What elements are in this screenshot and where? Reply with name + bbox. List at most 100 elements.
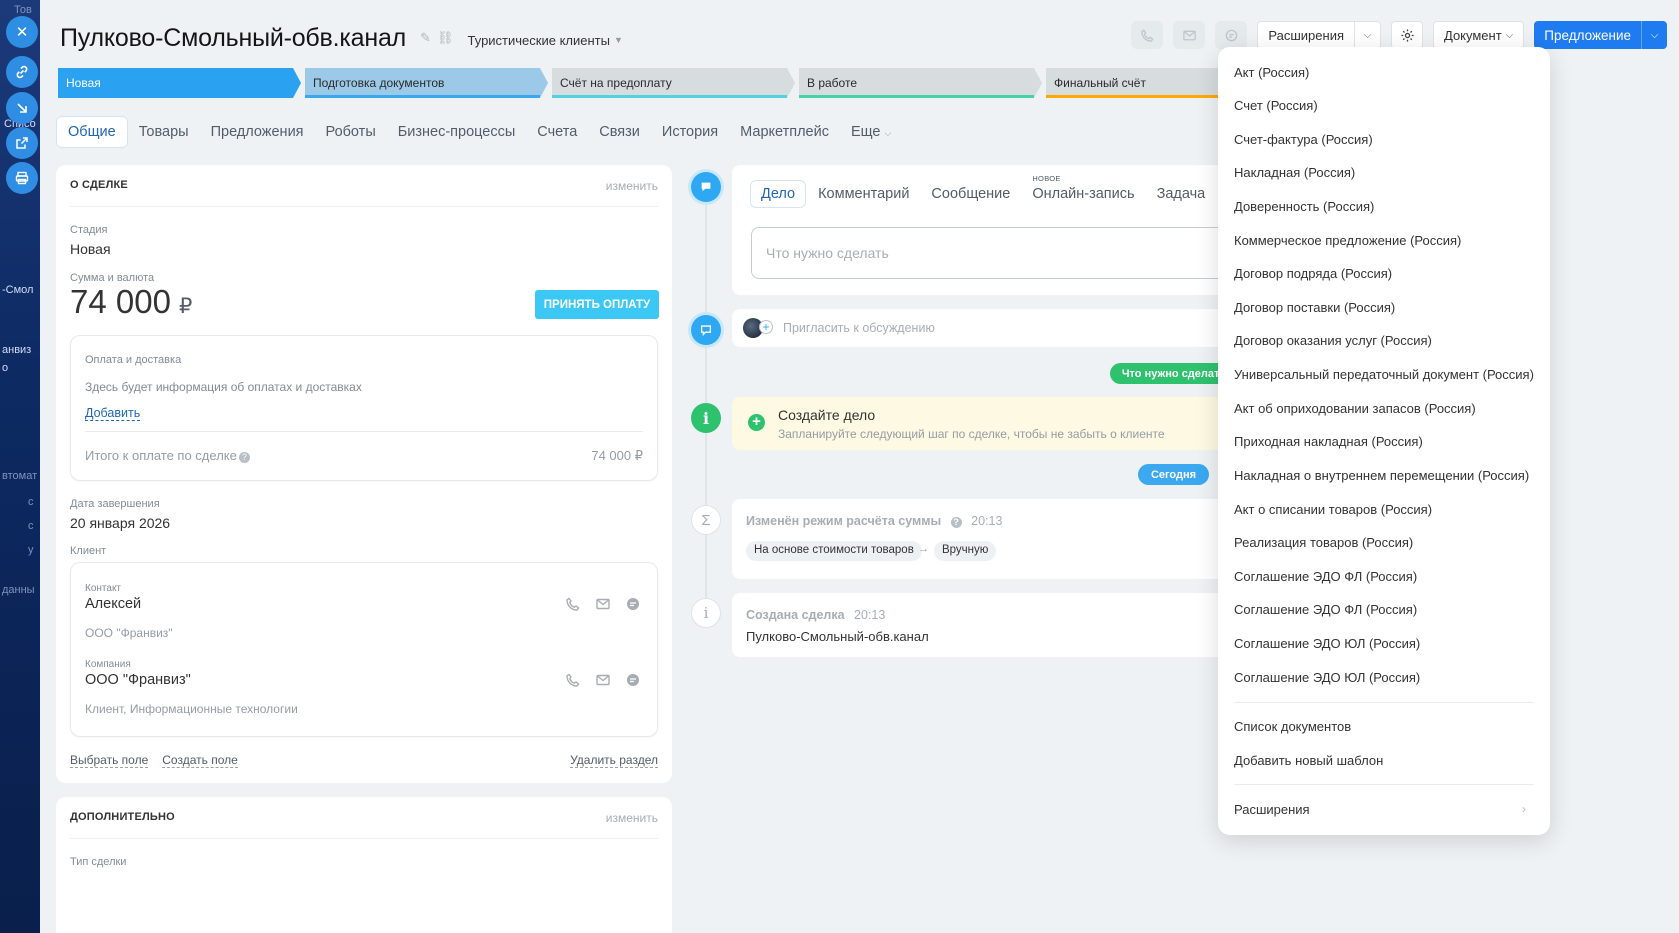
print-button[interactable] [6,162,38,194]
help-icon[interactable]: ? [238,452,250,463]
close-date-value[interactable]: 20 января 2026 [70,515,170,531]
menu-item-edo-ul-1[interactable]: Соглашение ЭДО ЮЛ (Россия) [1234,636,1420,651]
company-description: Клиент, Информационные технологии [85,702,298,716]
editor-tab-comment[interactable]: Комментарий [808,181,919,207]
tab-invoices[interactable]: Счета [526,117,588,147]
chat-icon[interactable] [625,672,641,688]
payment-delivery-label: Оплата и доставка [85,354,182,366]
chat-icon[interactable] [625,596,641,612]
chat-button[interactable] [1215,21,1248,49]
bg-text: о [2,362,9,374]
total-label-text: Итого к оплате по сделке [85,448,237,463]
create-field-link[interactable]: Создать поле [162,753,238,768]
link-icon[interactable]: ⛓ [437,30,454,46]
help-icon[interactable]: ? [950,517,962,528]
edit-section-link[interactable]: изменить [606,811,658,838]
chevron-down-icon: ▼ [613,35,623,45]
menu-item-edo-ul-2[interactable]: Соглашение ЭДО ЮЛ (Россия) [1234,670,1420,685]
menu-item-service-contract[interactable]: Договор оказания услуг (Россия) [1234,333,1432,348]
menu-item-goods-sale[interactable]: Реализация товаров (Россия) [1234,535,1413,550]
stage-new[interactable]: Новая [58,68,301,98]
menu-item-add-template[interactable]: Добавить новый шаблон [1234,753,1383,768]
minimize-button[interactable] [6,92,38,124]
email-button[interactable] [1173,21,1206,49]
menu-item-stock-receipt-act[interactable]: Акт об оприходовании запасов (Россия) [1234,401,1476,416]
chevron-down-icon[interactable]: ⌵ [1641,21,1667,49]
extensions-button[interactable]: Расширения ⌵ [1257,21,1381,49]
menu-item-upd[interactable]: Универсальный передаточный документ (Рос… [1234,367,1534,382]
todo-input[interactable]: Что нужно сделать [751,227,1281,279]
contact-name[interactable]: Алексей [85,596,141,612]
editor-tab-online-booking[interactable]: НОВОЕ Онлайн-запись [1022,174,1144,207]
deal-tabs: Общие Товары Предложения Роботы Бизнес-п… [56,116,902,148]
edit-section-link[interactable]: изменить [606,179,658,206]
add-activity-icon[interactable]: + [748,414,765,431]
tab-robots[interactable]: Роботы [315,117,387,147]
deal-type-selector[interactable]: Туристические клиенты ▼ [468,33,623,48]
bg-text: Тов [14,4,32,16]
copy-link-button[interactable] [6,56,38,88]
open-new-window-button[interactable] [6,127,38,159]
chevron-down-icon[interactable]: ⌵ [1354,22,1380,48]
sum-field-value[interactable]: 74 000 ₽ [70,283,192,321]
mail-icon[interactable] [595,672,611,688]
tab-relations[interactable]: Связи [588,117,651,147]
arrow-down-right-icon [17,103,27,113]
stage-color-bar [58,95,293,98]
tab-offers[interactable]: Предложения [200,117,315,147]
info-icon: i [703,604,709,622]
tab-more[interactable]: Еще ⌵ [840,117,902,147]
call-button[interactable] [1131,21,1164,49]
additional-info-card: ДОПОЛНИТЕЛЬНО изменить Тип сделки [56,797,672,933]
menu-item-internal-transfer[interactable]: Накладная о внутреннем перемещении (Росс… [1234,468,1529,483]
menu-item-extensions[interactable]: Расширения [1234,802,1310,817]
document-button[interactable]: Документ ⌵ [1433,21,1525,49]
event-time: 20:13 [971,514,1003,528]
mail-icon[interactable] [595,596,611,612]
stage-field-value[interactable]: Новая [70,241,111,257]
menu-item-incoming-waybill[interactable]: Приходная накладная (Россия) [1234,434,1423,449]
close-slider-button[interactable]: ✕ [6,16,38,48]
menu-item-power-of-attorney[interactable]: Доверенность (Россия) [1234,199,1374,214]
create-activity-title[interactable]: Создайте дело [778,407,875,423]
menu-item-contract-work[interactable]: Договор подряда (Россия) [1234,266,1392,281]
menu-item-document-list[interactable]: Список документов [1234,719,1351,734]
tab-marketplace[interactable]: Маркетплейс [729,117,840,147]
editor-tab-message[interactable]: Сообщение [921,181,1020,207]
menu-item-edo-fl-1[interactable]: Соглашение ЭДО ФЛ (Россия) [1234,569,1417,584]
plus-icon[interactable]: + [759,320,773,334]
editor-tab-todo[interactable]: Дело [750,180,807,208]
stage-preparing-documents[interactable]: Подготовка документов [305,68,548,98]
pencil-icon[interactable]: ✎ [420,30,431,46]
invite-discussion-bar[interactable]: + Пригласить к обсуждению [732,309,1272,347]
stage-in-progress[interactable]: В работе [799,68,1042,98]
event-from-chip: На основе стоимости товаров [746,541,922,561]
tab-business-processes[interactable]: Бизнес-процессы [387,117,527,147]
tab-products[interactable]: Товары [128,117,200,147]
add-payment-link[interactable]: Добавить [85,406,141,421]
deal-header: Пулково-Смольный-обв.канал ✎ ⛓ Туристиче… [60,18,623,58]
menu-item-write-off-act[interactable]: Акт о списании товаров (Россия) [1234,502,1432,517]
menu-item-edo-fl-2[interactable]: Соглашение ЭДО ФЛ (Россия) [1234,602,1417,617]
tab-general[interactable]: Общие [56,116,128,148]
menu-item-waybill[interactable]: Накладная (Россия) [1234,165,1355,180]
phone-icon[interactable] [565,596,581,612]
stage-color-bar [305,95,540,98]
menu-item-commercial-offer[interactable]: Коммерческое предложение (Россия) [1234,233,1461,248]
offer-button[interactable]: Предложение ⌵ [1534,21,1667,49]
delete-section-link[interactable]: Удалить раздел [570,753,658,768]
company-name[interactable]: ООО "Франвиз" [85,672,191,688]
stage-label: Новая [66,76,101,90]
menu-item-invoice-factura[interactable]: Счет-фактура (Россия) [1234,132,1373,147]
settings-button[interactable] [1391,21,1423,49]
accept-payment-button[interactable]: ПРИНЯТЬ ОПЛАТУ [535,290,659,319]
editor-tab-task[interactable]: Задача [1147,181,1216,207]
phone-icon[interactable] [565,672,581,688]
tab-history[interactable]: История [651,117,729,147]
currency-symbol: ₽ [178,295,193,318]
menu-item-act[interactable]: Акт (Россия) [1234,65,1309,80]
select-field-link[interactable]: Выбрать поле [70,753,149,768]
stage-prepayment-invoice[interactable]: Счёт на предоплату [552,68,795,98]
menu-item-invoice[interactable]: Счет (Россия) [1234,98,1318,113]
menu-item-supply-contract[interactable]: Договор поставки (Россия) [1234,300,1395,315]
